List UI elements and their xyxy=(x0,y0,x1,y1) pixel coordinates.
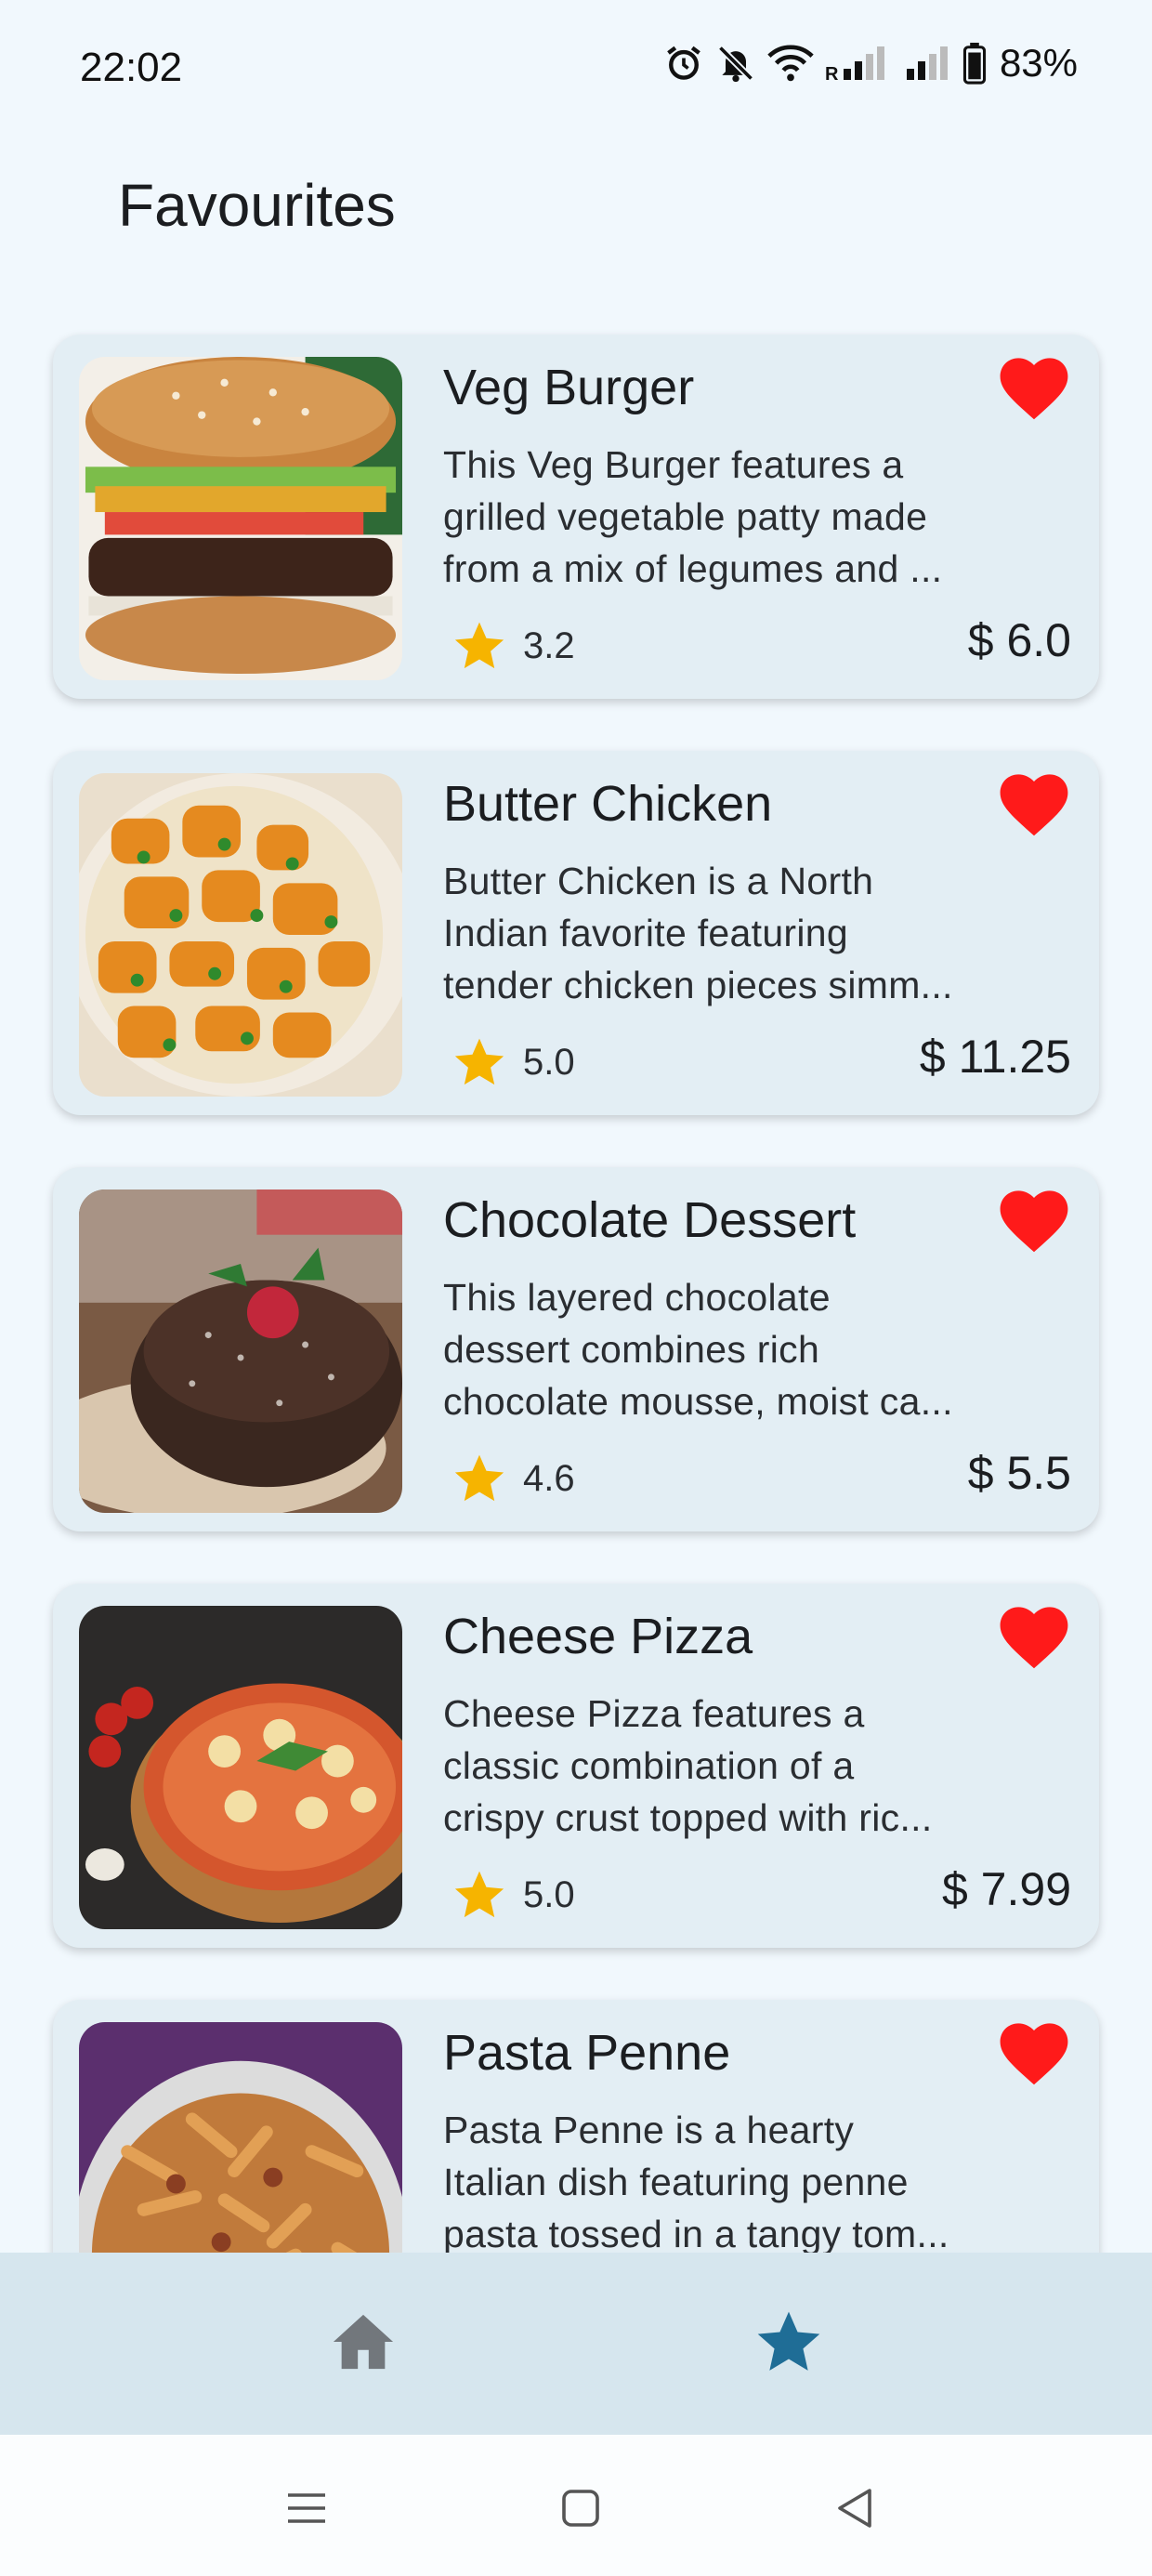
food-image xyxy=(79,2022,402,2253)
price: $ 5.5 xyxy=(967,1447,1071,1499)
rating: 5.0 xyxy=(452,1868,575,1922)
food-card[interactable]: Cheese Pizza Cheese Pizza features a cla… xyxy=(53,1584,1099,1948)
battery-percentage: 83% xyxy=(999,41,1078,85)
alarm-icon xyxy=(667,46,700,80)
wifi-icon xyxy=(767,45,814,82)
food-description: This Veg Burger features a grilled veget… xyxy=(443,439,991,595)
home-system-button[interactable] xyxy=(548,2476,613,2541)
page-title: Favourites xyxy=(118,172,396,239)
description-line: This layered chocolate xyxy=(443,1276,831,1319)
system-navigation-bar xyxy=(0,2435,1152,2576)
menu-icon xyxy=(288,2493,325,2523)
description-line: grilled vegetable patty made xyxy=(443,495,928,538)
star-icon xyxy=(454,1038,504,1085)
favourites-list[interactable]: Veg Burger This Veg Burger features a gr… xyxy=(0,316,1152,2253)
food-description: This layered chocolate dessert combines … xyxy=(443,1271,991,1427)
square-icon xyxy=(562,2490,599,2527)
home-icon xyxy=(333,2314,394,2370)
food-name: Veg Burger xyxy=(443,360,695,415)
food-name: Cheese Pizza xyxy=(443,1609,753,1664)
food-card[interactable]: Veg Burger This Veg Burger features a gr… xyxy=(53,335,1099,699)
star-icon xyxy=(454,622,504,669)
description-line: chocolate mousse, moist ca... xyxy=(443,1380,953,1423)
food-name: Butter Chicken xyxy=(443,776,773,832)
food-description: Pasta Penne is a hearty Italian dish fea… xyxy=(443,2104,991,2253)
description-line: Italian dish featuring penne xyxy=(443,2161,909,2203)
rating: 5.0 xyxy=(452,1035,575,1089)
food-image xyxy=(79,1606,402,1929)
bottom-navigation xyxy=(0,2253,1152,2435)
recent-apps-button[interactable] xyxy=(274,2476,339,2541)
heart-icon[interactable] xyxy=(999,2020,1069,2087)
description-line: Butter Chicken is a North xyxy=(443,860,874,902)
price: $ 11.25 xyxy=(919,1031,1071,1083)
heart-icon[interactable] xyxy=(999,771,1069,838)
description-line: classic combination of a xyxy=(443,1744,855,1787)
description-line: from a mix of legumes and ... xyxy=(443,547,943,590)
status-time: 22:02 xyxy=(80,45,183,90)
svg-text:R: R xyxy=(825,64,839,84)
food-description: Butter Chicken is a North Indian favorit… xyxy=(443,855,991,1011)
back-triangle-icon xyxy=(838,2489,871,2528)
battery-icon xyxy=(962,42,987,85)
description-line: crispy crust topped with ric... xyxy=(443,1796,933,1839)
star-icon xyxy=(757,2311,820,2371)
description-line: This Veg Burger features a xyxy=(443,443,904,486)
heart-icon[interactable] xyxy=(999,1604,1069,1671)
description-line: tender chicken pieces simm... xyxy=(443,964,953,1006)
food-image xyxy=(79,773,402,1097)
rating: 3.2 xyxy=(452,619,575,673)
signal-icon xyxy=(906,46,948,80)
description-line: Indian favorite featuring xyxy=(443,912,848,954)
rating-value: 4.6 xyxy=(523,1457,575,1499)
nav-home-button[interactable] xyxy=(312,2295,414,2388)
nav-favourites-button[interactable] xyxy=(738,2295,840,2388)
description-line: Cheese Pizza features a xyxy=(443,1692,865,1735)
heart-icon[interactable] xyxy=(999,1188,1069,1255)
food-description: Cheese Pizza features a classic combinat… xyxy=(443,1688,991,1844)
food-card[interactable]: Pasta Penne Pasta Penne is a hearty Ital… xyxy=(53,2000,1099,2253)
food-card[interactable]: Butter Chicken Butter Chicken is a North… xyxy=(53,751,1099,1115)
food-image xyxy=(79,357,402,680)
status-bar: 22:02 R 83% xyxy=(0,0,1152,139)
price: $ 6.0 xyxy=(967,614,1071,666)
price: $ 7.99 xyxy=(941,1863,1071,1915)
star-icon xyxy=(454,1454,504,1502)
rating-value: 5.0 xyxy=(523,1873,575,1915)
rating-value: 3.2 xyxy=(523,624,575,666)
rating: 4.6 xyxy=(452,1452,575,1505)
back-system-button[interactable] xyxy=(822,2476,887,2541)
description-line: pasta tossed in a tangy tom... xyxy=(443,2213,949,2253)
heart-icon[interactable] xyxy=(999,355,1069,422)
food-image xyxy=(79,1189,402,1513)
star-icon xyxy=(454,1871,504,1918)
description-line: dessert combines rich xyxy=(443,1328,820,1371)
bell-off-icon xyxy=(717,45,754,83)
description-line: Pasta Penne is a hearty xyxy=(443,2109,855,2151)
status-icons: R 83% xyxy=(663,41,1078,85)
signal-icon: R xyxy=(825,46,884,84)
food-card[interactable]: Chocolate Dessert This layered chocolate… xyxy=(53,1167,1099,1531)
rating-value: 5.0 xyxy=(523,1041,575,1083)
food-name: Chocolate Dessert xyxy=(443,1192,857,1248)
food-name: Pasta Penne xyxy=(443,2025,731,2081)
